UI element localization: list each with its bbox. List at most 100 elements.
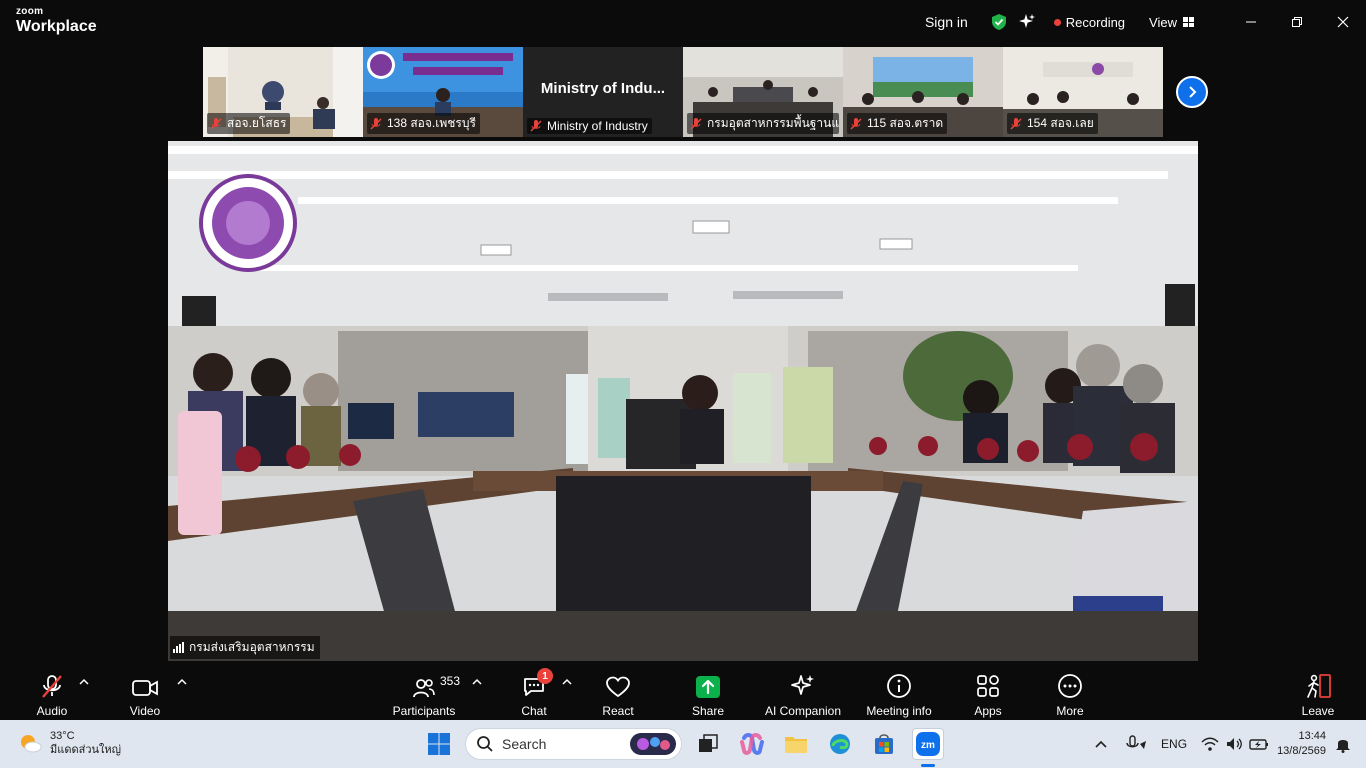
microsoft-store-button[interactable] <box>868 728 900 760</box>
more-options-icon <box>1058 674 1082 698</box>
recording-dot-icon <box>1053 18 1061 26</box>
participants-count: 353 <box>440 674 461 688</box>
sign-in-link[interactable]: Sign in <box>925 14 968 30</box>
grid-view-icon <box>1183 17 1194 27</box>
muted-mic-icon <box>690 117 702 130</box>
restore-button[interactable] <box>1274 0 1320 44</box>
mic-in-use-icon[interactable] <box>1125 735 1147 753</box>
audio-options-caret-icon[interactable] <box>79 677 89 687</box>
clock-time: 13:44 <box>1298 730 1326 742</box>
start-button[interactable] <box>423 728 455 760</box>
participant-name: Ministry of Industry <box>527 118 652 134</box>
brand-top: zoom <box>16 6 44 17</box>
title-bar: zoom Workplace Sign in Recording View <box>0 0 1366 44</box>
windows-taskbar: 33°C มีแดดส่วนใหญ่ Search zm ENG 13:44 1… <box>0 720 1366 768</box>
edge-browser-icon <box>830 734 850 754</box>
partly-sunny-icon <box>21 735 42 753</box>
ai-sparkle-icon[interactable] <box>1018 13 1036 31</box>
system-clock[interactable]: 13:44 13/8/2569 <box>1277 729 1326 759</box>
react-button[interactable]: React <box>598 661 638 720</box>
task-view-icon <box>699 734 718 752</box>
ai-companion-button[interactable]: AI Companion <box>762 661 844 720</box>
close-icon <box>1337 16 1349 28</box>
show-hidden-icons-chevron-icon[interactable] <box>1095 739 1107 749</box>
chevron-right-icon <box>1189 86 1197 98</box>
active-app-indicator <box>921 764 935 767</box>
battery-charging-icon[interactable] <box>1249 736 1269 752</box>
weather-temperature: 33°C <box>50 730 75 742</box>
view-label: View <box>1149 14 1177 30</box>
weather-widget[interactable]: 33°C มีแดดส่วนใหญ่ <box>18 729 121 757</box>
video-options-caret-icon[interactable] <box>177 677 187 687</box>
leave-button[interactable]: Leave <box>1298 661 1338 720</box>
heart-icon <box>606 676 630 698</box>
signal-strength-icon <box>173 642 184 653</box>
participant-tile[interactable]: สอจ.ยโสธร <box>203 47 363 137</box>
store-bag-icon <box>875 734 893 754</box>
participant-display-name: Ministry of Indu... <box>540 80 666 97</box>
ai-companion-sparkle-icon <box>791 675 814 695</box>
svg-text:zm: zm <box>921 740 935 751</box>
share-button[interactable]: Share <box>688 661 728 720</box>
participant-tile[interactable]: 138 สอจ.เพชรบุรี <box>363 47 523 137</box>
security-shield-icon[interactable] <box>990 13 1008 31</box>
windows-start-icon <box>428 733 450 755</box>
info-icon <box>887 674 911 698</box>
copilot-button[interactable] <box>736 728 768 760</box>
view-button[interactable]: View <box>1149 15 1194 30</box>
participants-icon <box>413 679 435 698</box>
muted-mic-icon <box>1010 117 1022 130</box>
meeting-info-button[interactable]: Meeting info <box>862 661 936 720</box>
participant-name: 115 สอจ.ตราด <box>847 113 948 134</box>
copilot-icon <box>740 733 764 755</box>
participant-tile[interactable]: กรมอุตสาหกรรมพื้นฐานแ... <box>683 47 843 137</box>
muted-mic-icon <box>850 117 862 130</box>
chat-unread-badge: 1 <box>537 668 553 684</box>
next-page-button[interactable] <box>1176 76 1208 108</box>
share-screen-icon <box>696 676 720 698</box>
recording-label: Recording <box>1065 14 1126 30</box>
muted-mic-icon <box>210 117 222 130</box>
taskbar-search[interactable]: Search <box>465 728 682 760</box>
clock-date: 13/8/2569 <box>1277 745 1326 757</box>
input-language[interactable]: ENG <box>1161 737 1187 751</box>
minimize-icon <box>1246 21 1256 23</box>
participant-name: 154 สอจ.เลย <box>1007 113 1098 134</box>
participant-name: สอจ.ยโสธร <box>207 113 291 134</box>
system-tray: ENG 13:44 13/8/2569 <box>1095 720 1366 768</box>
active-speaker-video[interactable]: กรมส่งเสริมอุตสาหกรรม <box>168 141 1198 661</box>
zoom-app-button[interactable]: zm <box>912 728 944 760</box>
leave-meeting-icon <box>1307 674 1331 698</box>
audio-button[interactable]: Audio <box>30 661 74 720</box>
weather-description: มีแดดส่วนใหญ่ <box>50 744 122 756</box>
speaker-name-label: กรมส่งเสริมอุตสาหกรรม <box>170 636 320 659</box>
muted-mic-icon <box>530 120 542 132</box>
chat-options-caret-icon[interactable] <box>562 677 572 687</box>
video-button[interactable]: Video <box>124 661 166 720</box>
participants-button[interactable]: Participants <box>390 661 458 720</box>
participant-tile[interactable]: 115 สอจ.ตราด <box>843 47 1003 137</box>
notifications-bell-icon[interactable] <box>1334 735 1352 753</box>
wifi-icon[interactable] <box>1201 736 1219 752</box>
file-explorer-button[interactable] <box>780 728 812 760</box>
apps-button[interactable]: Apps <box>968 661 1008 720</box>
close-button[interactable] <box>1320 0 1366 44</box>
brand-bottom: Workplace <box>16 18 97 35</box>
participant-name: กรมอุตสาหกรรมพื้นฐานแ... <box>687 113 839 134</box>
participant-tile[interactable]: 154 สอจ.เลย <box>1003 47 1163 137</box>
task-view-button[interactable] <box>692 728 724 760</box>
participants-options-caret-icon[interactable] <box>472 677 482 687</box>
search-icon <box>477 736 493 752</box>
volume-icon[interactable] <box>1225 736 1243 752</box>
edge-browser-button[interactable] <box>824 728 856 760</box>
participant-tile[interactable]: Ministry of Indu... Ministry of Industry <box>523 47 683 137</box>
participant-name: 138 สอจ.เพชรบุรี <box>367 113 480 134</box>
zoom-app-icon: zm <box>916 732 940 756</box>
muted-mic-icon <box>370 117 382 130</box>
more-button[interactable]: More <box>1052 661 1088 720</box>
recording-indicator[interactable]: Recording <box>1053 14 1126 30</box>
minimize-button[interactable] <box>1228 0 1274 44</box>
folder-icon <box>785 737 807 753</box>
meeting-toolbar: Audio Video Participants 353 Chat 1 Reac… <box>0 661 1366 720</box>
video-feed <box>168 141 1198 661</box>
